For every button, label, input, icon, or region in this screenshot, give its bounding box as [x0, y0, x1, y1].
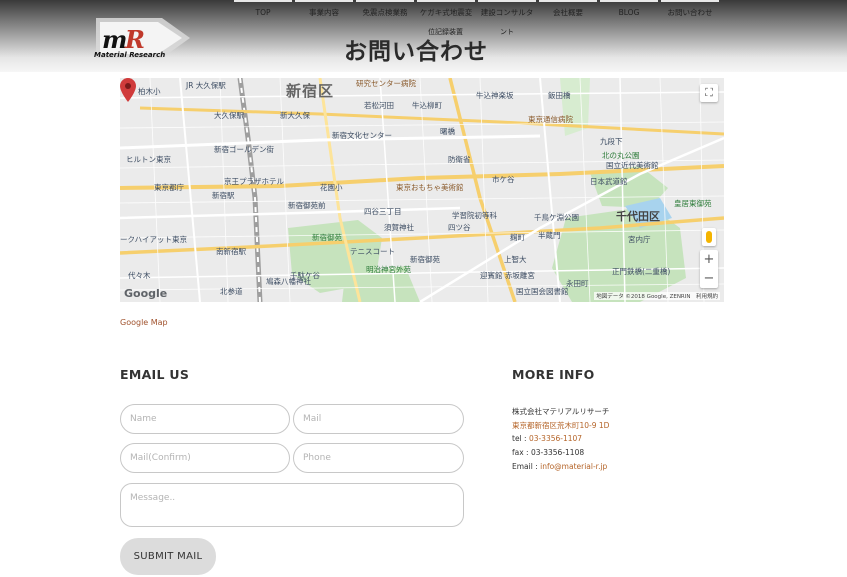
map-label: 東京都庁	[154, 183, 184, 192]
phone-input[interactable]	[293, 443, 464, 473]
nav-seismic-inspection[interactable]: 免震点検業務	[356, 0, 414, 18]
google-map[interactable]: 新宿区 千代田区 柏木小 JR 大久保駅 大久保駅 新大久保 ヒルトン東京 新宿…	[120, 78, 724, 302]
map-label: 千代田区	[616, 210, 660, 223]
map-label: 日本武道館	[590, 177, 628, 186]
nav-contact[interactable]: お問い合わせ	[661, 0, 719, 18]
map-label: 大久保駅	[214, 111, 244, 120]
street-view-pegman-icon[interactable]	[702, 228, 716, 246]
fax-label: fax :	[512, 448, 531, 457]
map-label: 明治神宮外苑	[366, 265, 411, 274]
company-address: 東京都新宿区荒木町10-9 1D	[512, 420, 609, 431]
map-label: 飯田橋	[548, 91, 571, 100]
zoom-out-button[interactable]: −	[700, 269, 718, 288]
map-label: 若松河田	[364, 101, 394, 110]
map-label: 永田町	[566, 279, 589, 288]
map-label: 鳩森八幡神社	[266, 277, 311, 286]
company-name: 株式会社マテリアルリサーチ	[512, 407, 610, 416]
map-label: 国立近代美術館	[606, 161, 659, 170]
message-textarea[interactable]	[120, 483, 464, 527]
email-link[interactable]: info@material-r.jp	[540, 462, 607, 471]
site-header: m R Material Research TOP 事業内容 免震点検業務 ケガ…	[0, 0, 847, 72]
map-label: 曙橋	[440, 127, 455, 136]
nav-services[interactable]: 事業内容	[295, 0, 353, 18]
email-label: Email :	[512, 462, 541, 471]
map-label: 花園小	[320, 183, 343, 192]
map-label: 北参道	[220, 287, 243, 296]
map-label: 正門鉄橋(二重橋)	[612, 267, 671, 276]
fax-number: 03-3356-1108	[530, 448, 585, 457]
map-label: 新宿ゴールデン街	[214, 145, 274, 154]
mail-confirm-input[interactable]	[120, 443, 290, 473]
map-label: 宮内庁	[628, 235, 651, 244]
more-info-heading: MORE INFO	[512, 367, 595, 382]
map-label: 麹町	[510, 233, 525, 242]
map-label: 学習院初等科	[452, 211, 497, 220]
map-label: ークハイアット東京	[120, 235, 187, 244]
map-label: ヒルトン東京	[126, 155, 171, 164]
map-label: 東京おもちゃ美術館	[396, 183, 464, 192]
map-label: 九段下	[600, 137, 623, 146]
map-label: 市ケ谷	[492, 175, 515, 184]
map-label: 須賀神社	[384, 223, 414, 232]
map-label: 半蔵門	[538, 231, 561, 240]
nav-blog[interactable]: BLOG	[600, 0, 658, 18]
nav-kegaki-recorder[interactable]: ケガキ式地震変	[417, 0, 475, 18]
map-label: 牛込神楽坂	[476, 91, 514, 100]
map-label: 東京通信病院	[528, 115, 573, 124]
google-logo[interactable]: Google	[124, 287, 167, 300]
mail-input[interactable]	[293, 404, 464, 434]
zoom-in-button[interactable]: +	[700, 250, 718, 269]
map-label: 新宿駅	[212, 191, 235, 200]
map-label: 新大久保	[280, 111, 310, 120]
map-label: テニスコート	[350, 247, 395, 256]
map-label: 四ツ谷	[448, 223, 471, 232]
email-row: Email : info@material-r.jp	[512, 462, 607, 471]
map-label: 皇居東御苑	[674, 199, 712, 208]
svg-text:m: m	[102, 25, 127, 54]
nav-overflow-text: ント	[500, 28, 514, 36]
map-label: JR 大久保駅	[186, 81, 226, 90]
fullscreen-icon[interactable]: ⛶	[700, 84, 718, 102]
logo-text: Material Research	[94, 51, 166, 59]
svg-text:R: R	[124, 25, 145, 54]
map-label: 新宿御苑	[312, 233, 342, 242]
tel-row: tel : 03-3356-1107	[512, 434, 582, 443]
tel-label: tel :	[512, 434, 529, 443]
fax-row: fax : 03-3356-1108	[512, 448, 584, 457]
map-label: 防衛省	[448, 155, 471, 164]
submit-mail-button[interactable]: SUBMIT MAIL	[120, 538, 216, 575]
map-label: 研究センター病院	[356, 79, 416, 88]
map-label: 新宿御苑	[410, 255, 440, 264]
map-label: 南新宿駅	[216, 247, 246, 256]
map-label: 代々木	[128, 271, 151, 280]
map-attribution[interactable]: 地図データ ©2018 Google, ZENRIN 利用規約	[594, 292, 720, 300]
map-label: 上智大	[504, 255, 527, 264]
google-map-link[interactable]: Google Map	[120, 318, 168, 327]
nav-company[interactable]: 会社概要	[539, 0, 597, 18]
map-label: 柏木小	[138, 87, 161, 96]
map-label: 新宿御苑前	[288, 201, 326, 210]
map-label: 新宿文化センター	[332, 131, 392, 140]
address-link[interactable]: 東京都新宿区荒木町10-9 1D	[512, 421, 609, 430]
main-nav: TOP 事業内容 免震点検業務 ケガキ式地震変 建設コンサルタ 会社概要 BLO…	[234, 0, 719, 20]
page-title: お問い合わせ	[344, 39, 488, 65]
map-label: 新宿区	[286, 82, 335, 100]
tel-link[interactable]: 03-3356-1107	[529, 434, 582, 443]
map-label: 四谷三丁目	[364, 207, 402, 216]
map-label: 迎賓館 赤坂離宮	[480, 271, 535, 280]
map-label: 牛込柳町	[412, 101, 442, 110]
name-input[interactable]	[120, 404, 290, 434]
map-label: 京王プラザホテル	[224, 177, 284, 186]
email-us-heading: EMAIL US	[120, 367, 190, 382]
map-label: 千鳥ケ淵公園	[534, 213, 579, 222]
nav-top[interactable]: TOP	[234, 0, 292, 18]
zoom-control: + −	[700, 250, 718, 288]
location-pin-icon[interactable]	[120, 78, 136, 102]
map-label: 国立国会図書館	[516, 287, 569, 296]
nav-construction-consulting[interactable]: 建設コンサルタ	[478, 0, 536, 18]
company-logo[interactable]: m R Material Research	[92, 14, 192, 62]
